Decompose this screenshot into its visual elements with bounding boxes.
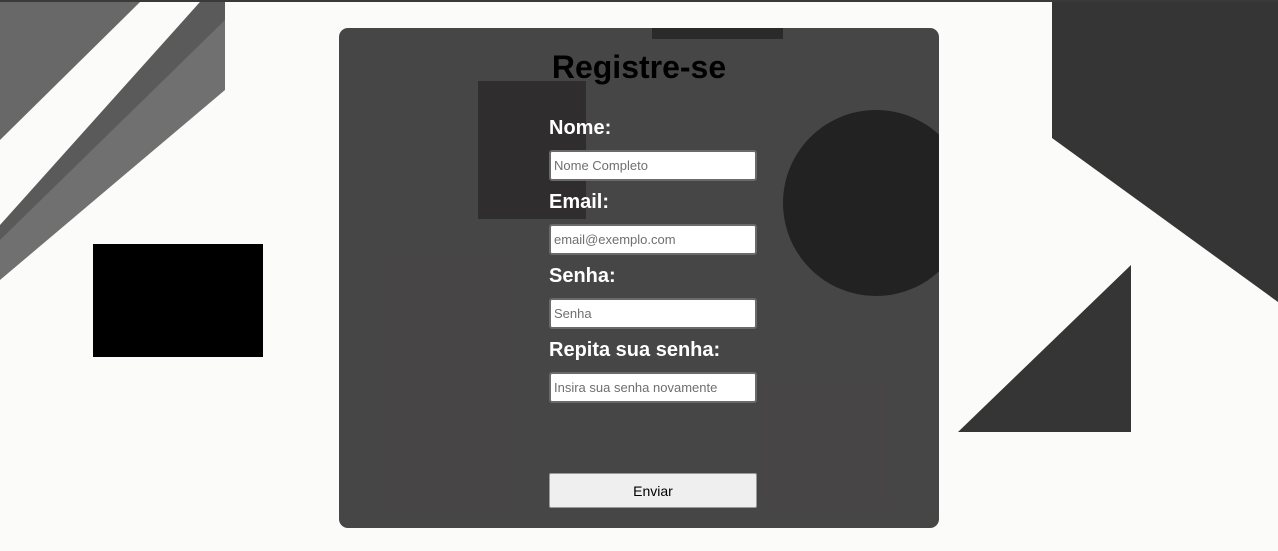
repeat-password-input[interactable]	[549, 372, 757, 403]
name-input[interactable]	[549, 150, 757, 181]
background-right-polygon	[1052, 2, 1278, 302]
background-black-rectangle	[93, 244, 263, 357]
submit-button[interactable]: Enviar	[549, 473, 757, 508]
panel-top-bar-shape	[652, 28, 783, 39]
password-input[interactable]	[549, 298, 757, 329]
background-right-triangle	[958, 265, 1131, 432]
email-label: Email:	[549, 191, 610, 213]
email-input[interactable]	[549, 224, 757, 255]
panel-circle-shape	[783, 110, 939, 296]
page-title: Registre-se	[551, 49, 727, 85]
repeat-password-label: Repita sua senha:	[549, 339, 721, 361]
register-panel: Registre-se Nome: Email: Senha: Repita s…	[339, 28, 939, 528]
name-label: Nome:	[549, 117, 612, 139]
password-label: Senha:	[549, 265, 616, 287]
